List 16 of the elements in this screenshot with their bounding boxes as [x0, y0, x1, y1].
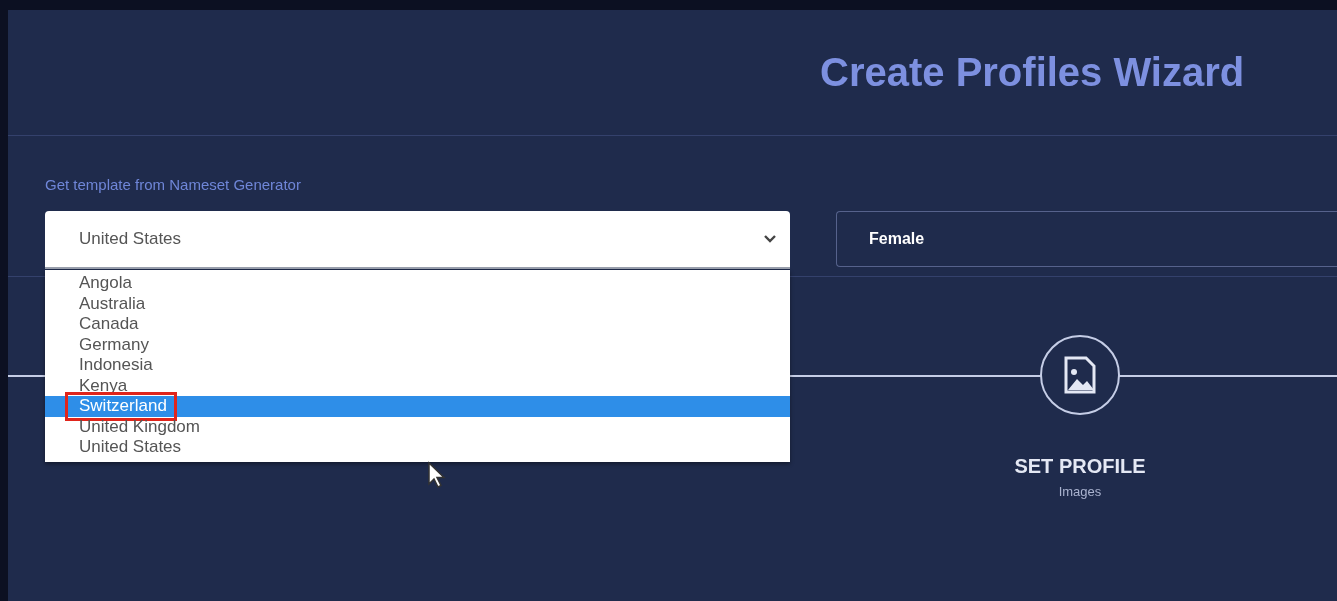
country-option[interactable]: United Kingdom: [45, 416, 790, 437]
country-option[interactable]: Angola: [45, 273, 790, 294]
country-option[interactable]: Germany: [45, 334, 790, 355]
country-option[interactable]: Kenya: [45, 375, 790, 396]
step-subtitle: Images: [1058, 484, 1102, 499]
country-option[interactable]: Australia: [45, 293, 790, 314]
country-option[interactable]: Canada: [45, 314, 790, 335]
gender-field[interactable]: Female: [836, 211, 1337, 267]
chevron-down-icon: [764, 235, 776, 243]
step-title: SET PROFILE: [1014, 455, 1146, 478]
country-option[interactable]: Indonesia: [45, 355, 790, 376]
image-file-icon: [1063, 356, 1097, 394]
country-option[interactable]: United States: [45, 437, 790, 458]
wizard-title: Create Profiles Wizard: [820, 50, 1245, 95]
template-label: Get template from Nameset Generator: [45, 176, 302, 193]
country-select[interactable]: United States: [45, 211, 790, 267]
